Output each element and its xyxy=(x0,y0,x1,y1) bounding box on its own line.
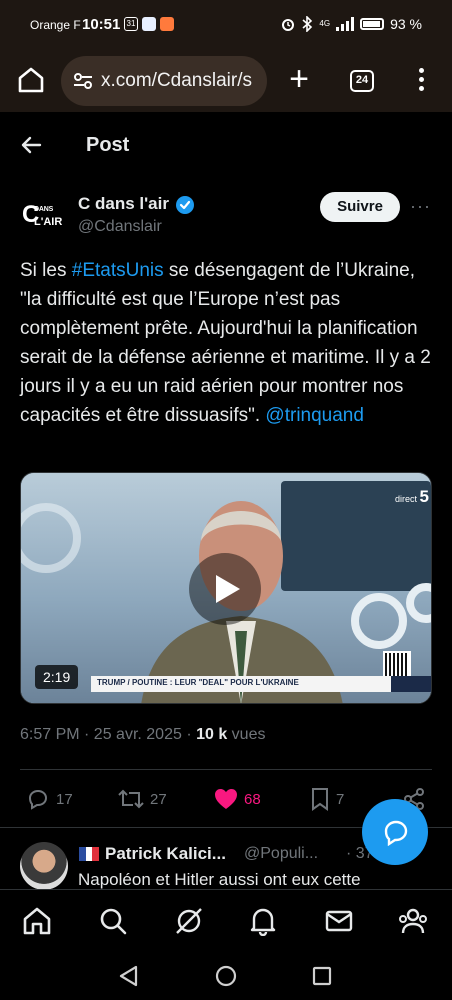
home-nav-icon[interactable] xyxy=(22,906,52,936)
clock: 10:51 xyxy=(82,16,121,33)
video-banner-tail xyxy=(391,676,431,692)
system-home-icon[interactable] xyxy=(215,965,237,987)
video-banner: TRUMP / POUTINE : LEUR "DEAL" POUR L'UKR… xyxy=(91,676,391,692)
new-tab-button[interactable]: + xyxy=(286,62,312,96)
logo-line2: L'AIR xyxy=(34,216,63,228)
reply-icon xyxy=(28,789,48,810)
bluetooth-icon xyxy=(302,16,313,32)
system-navigation xyxy=(0,951,452,1000)
studio-decor xyxy=(351,593,407,649)
grok-nav-icon[interactable] xyxy=(174,906,204,936)
tweet-text-part1: Si les xyxy=(20,260,72,281)
browser-toolbar: x.com/Cdanslair/s + 24 xyxy=(0,50,452,112)
like-button[interactable]: 68 xyxy=(214,786,261,812)
bookmark-count: 7 xyxy=(336,790,345,808)
messages-nav-icon[interactable] xyxy=(324,906,354,936)
bookmark-button[interactable]: 7 xyxy=(310,786,344,812)
signal-icon xyxy=(336,17,355,31)
france-flag-icon xyxy=(79,847,100,861)
repost-icon xyxy=(118,789,144,809)
author-name[interactable]: C dans l'air xyxy=(78,194,169,214)
hashtag-link[interactable]: #EtatsUnis xyxy=(72,260,164,281)
post-timestamp[interactable]: 6:57 PM · 25 avr. 2025 · xyxy=(20,726,196,743)
browser-menu-icon[interactable] xyxy=(416,68,426,94)
play-icon xyxy=(216,575,240,603)
app-notification-icon xyxy=(142,17,156,31)
post-meta: 6:57 PM · 25 avr. 2025 · 10 k vues xyxy=(20,726,265,744)
video-duration: 2:19 xyxy=(35,665,79,689)
search-nav-icon[interactable] xyxy=(98,906,128,936)
carrier-label: Orange F xyxy=(30,18,81,32)
follow-button[interactable]: Suivre xyxy=(320,192,400,222)
notifications-nav-icon[interactable] xyxy=(248,906,278,936)
bottom-navigation xyxy=(0,889,452,951)
tweet-text-part2: se désengagent de l’Ukraine, "la difficu… xyxy=(20,260,431,426)
view-count: 10 k xyxy=(196,726,228,743)
post-header: Post xyxy=(0,112,452,178)
logo-line1: DANS xyxy=(34,206,54,213)
divider xyxy=(20,769,432,770)
tab-switcher-button[interactable]: 24 xyxy=(350,70,374,92)
shield-notification-icon xyxy=(160,17,174,31)
back-arrow-icon[interactable] xyxy=(20,134,42,156)
url-text[interactable]: x.com/Cdanslair/s xyxy=(101,70,252,92)
play-button[interactable] xyxy=(189,553,261,625)
like-count: 68 xyxy=(244,790,261,808)
site-settings-icon[interactable] xyxy=(73,72,93,90)
heart-filled-icon xyxy=(215,789,237,809)
more-options-icon[interactable]: ··· xyxy=(410,196,432,216)
tweet-text: Si les #EtatsUnis se désengagent de l’Uk… xyxy=(20,256,436,430)
repost-button[interactable]: 27 xyxy=(118,786,167,812)
status-bar: Orange F 10:51 31 4G 93 % xyxy=(0,0,452,50)
battery-percent: 93 % xyxy=(390,16,422,32)
system-back-icon[interactable] xyxy=(118,965,140,987)
reply-author-name[interactable]: Patrick Kalici... xyxy=(105,844,226,864)
home-icon[interactable] xyxy=(14,63,48,97)
channel-number: 5 xyxy=(419,487,429,506)
chat-bubble-icon xyxy=(384,820,408,846)
reply-text: Napoléon et Hitler aussi ont eux cette xyxy=(78,870,361,889)
reply-author-handle[interactable]: @Populi... xyxy=(244,845,318,863)
address-bar[interactable]: x.com/Cdanslair/s xyxy=(61,56,267,106)
communities-nav-icon[interactable] xyxy=(398,906,428,936)
author-avatar[interactable]: C DANS L'AIR xyxy=(20,194,64,238)
status-icons: 4G 93 % xyxy=(281,16,422,32)
video-player[interactable]: direct 5 TRUMP / POUTINE : LEUR "DEAL" P… xyxy=(20,472,432,704)
compose-reply-button[interactable] xyxy=(362,799,428,865)
reply-count: 17 xyxy=(56,790,73,808)
alarm-icon xyxy=(282,19,295,31)
page-title: Post xyxy=(86,134,130,156)
mention-link[interactable]: @trinquand xyxy=(265,405,364,426)
verified-badge-icon xyxy=(176,196,194,214)
author-handle[interactable]: @Cdanslair xyxy=(78,218,162,236)
views-label: vues xyxy=(227,726,266,743)
bookmark-icon xyxy=(312,788,328,811)
battery-icon xyxy=(360,18,385,30)
author-row: C DANS L'AIR C dans l'air @Cdanslair Sui… xyxy=(0,186,452,246)
channel-logo: direct 5 xyxy=(395,487,429,507)
repost-count: 27 xyxy=(150,790,167,808)
reply-avatar[interactable] xyxy=(20,842,68,890)
network-type: 4G xyxy=(319,19,331,28)
qr-code xyxy=(383,651,411,679)
channel-prefix: direct xyxy=(395,494,418,504)
system-recents-icon[interactable] xyxy=(311,965,333,987)
calendar-icon: 31 xyxy=(124,17,138,31)
reply-button[interactable]: 17 xyxy=(26,786,73,812)
video-banner-text: TRUMP / POUTINE : LEUR "DEAL" POUR L'UKR… xyxy=(97,678,299,687)
